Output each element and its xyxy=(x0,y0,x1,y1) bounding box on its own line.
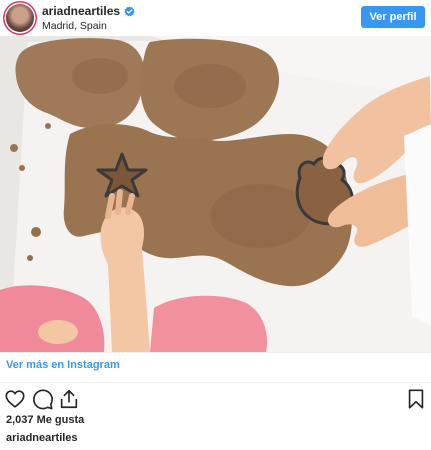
bookmark-icon[interactable] xyxy=(405,388,427,410)
location[interactable]: Madrid, Spain xyxy=(42,19,135,33)
view-profile-button[interactable]: Ver perfil xyxy=(361,6,425,28)
post-photo[interactable] xyxy=(0,36,431,352)
crumb xyxy=(45,123,51,129)
child-hand-bottom xyxy=(38,320,78,344)
view-more-on-instagram-link[interactable]: Ver más en Instagram xyxy=(6,359,120,371)
dough-shade-3 xyxy=(210,184,310,248)
instagram-embed: ariadneartiles Madrid, Spain Ver perfil xyxy=(0,0,431,450)
avatar[interactable] xyxy=(6,4,34,32)
caption-username[interactable]: ariadneartiles xyxy=(6,432,78,444)
heart-icon[interactable] xyxy=(4,388,26,410)
action-bar xyxy=(0,388,431,412)
username-row: ariadneartiles xyxy=(42,4,135,18)
photo-illustration xyxy=(0,36,431,352)
crumb xyxy=(10,144,18,152)
divider xyxy=(0,382,431,383)
divider xyxy=(0,352,431,353)
comment-icon[interactable] xyxy=(32,388,54,410)
dough-shade-2 xyxy=(174,64,246,108)
crumb xyxy=(19,165,25,171)
user-block: ariadneartiles Madrid, Spain xyxy=(42,4,135,33)
post-header: ariadneartiles Madrid, Spain Ver perfil xyxy=(0,0,431,36)
crumb xyxy=(31,227,41,237)
verified-badge-icon xyxy=(124,5,135,16)
likes-count[interactable]: 2,037 Me gusta xyxy=(6,414,84,426)
crumb xyxy=(27,255,33,261)
username[interactable]: ariadneartiles xyxy=(42,4,120,18)
share-icon[interactable] xyxy=(58,388,80,410)
dough-shade-1 xyxy=(72,58,128,94)
